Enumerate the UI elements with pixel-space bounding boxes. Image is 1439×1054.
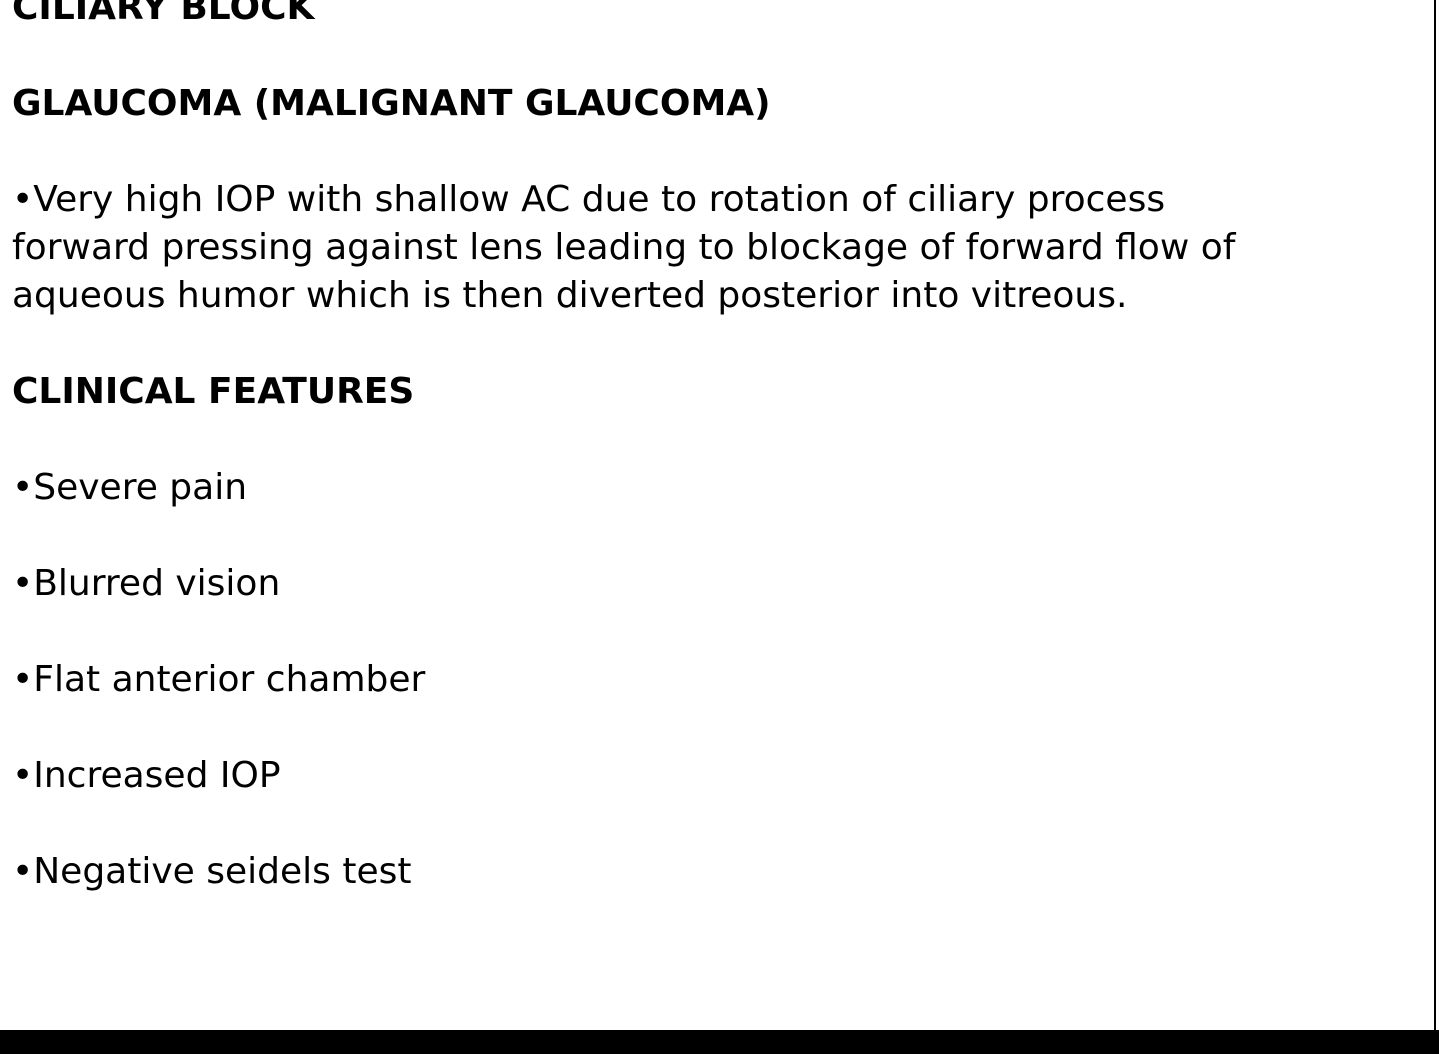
feature-item: •Increased IOP bbox=[12, 755, 281, 796]
title-line-1: CILIARY BLOCK bbox=[12, 0, 315, 28]
description-paragraph: •Very high IOP with shallow AC due to ro… bbox=[12, 179, 1236, 316]
feature-item: •Negative seidels test bbox=[12, 851, 412, 892]
feature-item: •Blurred vision bbox=[12, 563, 281, 604]
feature-item: •Flat anterior chamber bbox=[12, 659, 426, 700]
title-line-2: GLAUCOMA (MALIGNANT GLAUCOMA) bbox=[12, 83, 771, 124]
slide-content: CILIARY BLOCK GLAUCOMA (MALIGNANT GLAUCO… bbox=[12, 0, 1252, 944]
clinical-features-heading: CLINICAL FEATURES bbox=[12, 371, 415, 412]
feature-item: •Severe pain bbox=[12, 467, 248, 508]
bottom-bar bbox=[0, 1030, 1439, 1054]
slide: CILIARY BLOCK GLAUCOMA (MALIGNANT GLAUCO… bbox=[0, 0, 1436, 1030]
